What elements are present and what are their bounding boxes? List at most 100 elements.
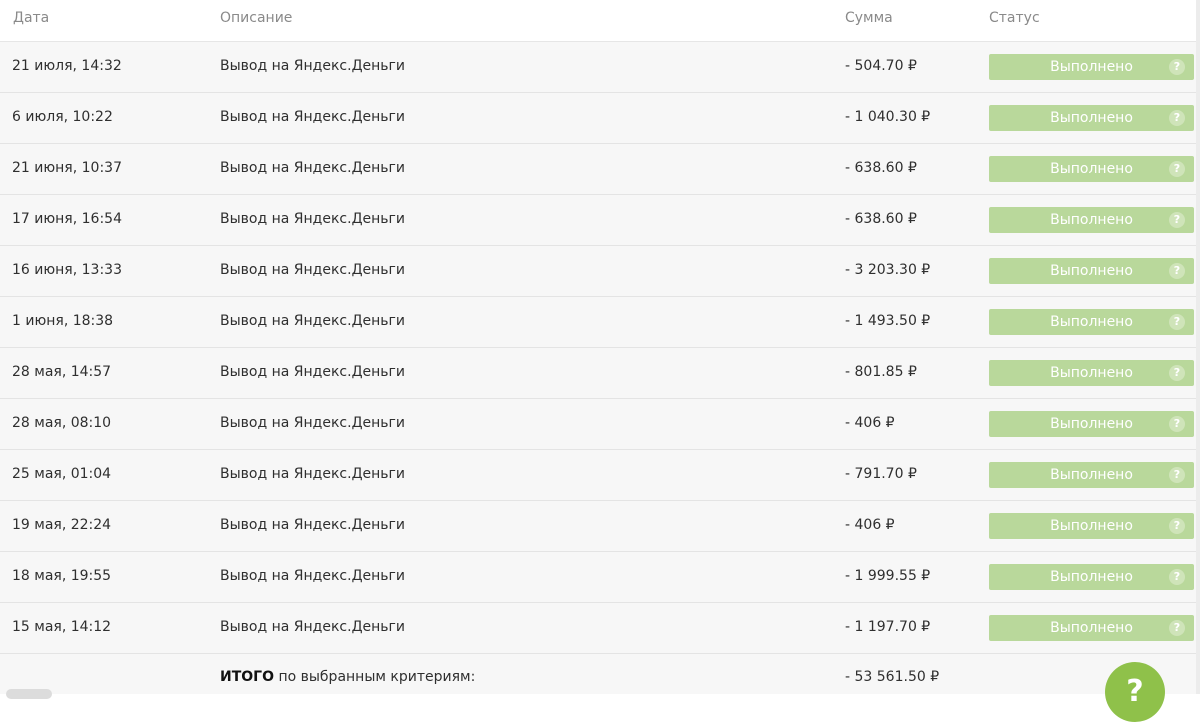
row-date: 17 июня, 16:54 [12, 211, 122, 227]
table-row: 1 июня, 18:38 Вывод на Яндекс.Деньги - 1 4… [0, 297, 1196, 348]
row-date: 21 июля, 14:32 [12, 58, 122, 74]
status-label: Выполнено [1050, 59, 1133, 75]
header-amount: Сумма [845, 10, 893, 26]
row-description: Вывод на Яндекс.Деньги [220, 313, 405, 329]
scroll-indicator [6, 689, 52, 699]
header-date: Дата [13, 10, 50, 26]
status-label: Выполнено [1050, 569, 1133, 585]
table-body: 21 июля, 14:32 Вывод на Яндекс.Деньги - 50… [0, 42, 1196, 654]
table-row: 16 июня, 13:33 Вывод на Яндекс.Деньги - 3 … [0, 246, 1196, 297]
row-description: Вывод на Яндекс.Деньги [220, 415, 405, 431]
row-date: 21 июня, 10:37 [12, 160, 122, 176]
status-badge[interactable]: Выполнено? [989, 513, 1194, 539]
row-date: 6 июля, 10:22 [12, 109, 113, 125]
row-amount: - 791.70 ₽ [845, 466, 917, 482]
status-label: Выполнено [1050, 110, 1133, 126]
total-label: ИТОГО по выбранным критериям: [220, 669, 475, 685]
status-label: Выполнено [1050, 467, 1133, 483]
question-icon[interactable]: ? [1169, 59, 1185, 75]
question-icon[interactable]: ? [1169, 467, 1185, 483]
help-button[interactable]: ? [1105, 662, 1165, 722]
status-badge[interactable]: Выполнено? [989, 54, 1194, 80]
table-row: 28 мая, 14:57 Вывод на Яндекс.Деньги - 801… [0, 348, 1196, 399]
row-amount: - 638.60 ₽ [845, 160, 917, 176]
status-badge[interactable]: Выполнено? [989, 411, 1194, 437]
status-badge[interactable]: Выполнено? [989, 105, 1194, 131]
row-description: Вывод на Яндекс.Деньги [220, 466, 405, 482]
status-label: Выполнено [1050, 161, 1133, 177]
row-date: 19 мая, 22:24 [12, 517, 112, 533]
table-row: 28 мая, 08:10 Вывод на Яндекс.Деньги - 406… [0, 399, 1196, 450]
status-badge[interactable]: Выполнено? [989, 309, 1194, 335]
total-amount: - 53 561.50 ₽ [845, 669, 940, 685]
scrollbar[interactable] [1196, 0, 1200, 694]
row-date: 18 мая, 19:55 [12, 568, 112, 584]
table-row: 17 июня, 16:54 Вывод на Яндекс.Деньги - 63… [0, 195, 1196, 246]
status-label: Выполнено [1050, 263, 1133, 279]
status-badge[interactable]: Выполнено? [989, 564, 1194, 590]
status-label: Выполнено [1050, 416, 1133, 432]
total-row: ИТОГО по выбранным критериям: - 53 561.5… [0, 654, 1196, 694]
question-icon[interactable]: ? [1169, 620, 1185, 636]
status-badge[interactable]: Выполнено? [989, 258, 1194, 284]
row-description: Вывод на Яндекс.Деньги [220, 619, 405, 635]
help-icon: ? [1126, 674, 1144, 709]
question-icon[interactable]: ? [1169, 365, 1185, 381]
row-description: Вывод на Яндекс.Деньги [220, 568, 405, 584]
row-amount: - 638.60 ₽ [845, 211, 917, 227]
row-date: 1 июня, 18:38 [12, 313, 114, 329]
row-amount: - 3 203.30 ₽ [845, 262, 931, 278]
table-row: 21 июня, 10:37 Вывод на Яндекс.Деньги - 63… [0, 144, 1196, 195]
question-icon[interactable]: ? [1169, 161, 1185, 177]
row-description: Вывод на Яндекс.Деньги [220, 58, 405, 74]
header-status: Статус [989, 10, 1040, 26]
row-description: Вывод на Яндекс.Деньги [220, 517, 405, 533]
row-date: 15 мая, 14:12 [12, 619, 112, 635]
row-amount: - 1 493.50 ₽ [845, 313, 931, 329]
question-icon[interactable]: ? [1169, 518, 1185, 534]
status-label: Выполнено [1050, 365, 1133, 381]
status-label: Выполнено [1050, 518, 1133, 534]
table-row: 6 июля, 10:22 Вывод на Яндекс.Деньги - 1 0… [0, 93, 1196, 144]
question-icon[interactable]: ? [1169, 416, 1185, 432]
row-description: Вывод на Яндекс.Деньги [220, 211, 405, 227]
question-icon[interactable]: ? [1169, 263, 1185, 279]
header-description: Описание [220, 10, 293, 26]
row-date: 25 мая, 01:04 [12, 466, 112, 482]
row-description: Вывод на Яндекс.Деньги [220, 160, 405, 176]
row-description: Вывод на Яндекс.Деньги [220, 364, 405, 380]
question-icon[interactable]: ? [1169, 314, 1185, 330]
row-amount: - 406 ₽ [845, 415, 895, 431]
status-label: Выполнено [1050, 314, 1133, 330]
table-row: 19 мая, 22:24 Вывод на Яндекс.Деньги - 406… [0, 501, 1196, 552]
row-date: 28 мая, 14:57 [12, 364, 112, 380]
row-description: Вывод на Яндекс.Деньги [220, 262, 405, 278]
status-badge[interactable]: Выполнено? [989, 462, 1194, 488]
row-amount: - 406 ₽ [845, 517, 895, 533]
question-icon[interactable]: ? [1169, 212, 1185, 228]
table-row: 15 мая, 14:12 Вывод на Яндекс.Деньги - 1 1… [0, 603, 1196, 654]
status-badge[interactable]: Выполнено? [989, 360, 1194, 386]
row-amount: - 801.85 ₽ [845, 364, 917, 380]
question-icon[interactable]: ? [1169, 569, 1185, 585]
total-bold: ИТОГО [220, 669, 274, 685]
table-row: 25 мая, 01:04 Вывод на Яндекс.Деньги - 791… [0, 450, 1196, 501]
table-header: Дата Описание Сумма Статус [0, 0, 1196, 42]
row-description: Вывод на Яндекс.Деньги [220, 109, 405, 125]
row-amount: - 1 197.70 ₽ [845, 619, 931, 635]
table-row: 18 мая, 19:55 Вывод на Яндекс.Деньги - 1 9… [0, 552, 1196, 603]
row-date: 16 июня, 13:33 [12, 262, 122, 278]
status-badge[interactable]: Выполнено? [989, 615, 1194, 641]
question-icon[interactable]: ? [1169, 110, 1185, 126]
status-badge[interactable]: Выполнено? [989, 207, 1194, 233]
row-amount: - 1 040.30 ₽ [845, 109, 931, 125]
total-label-text: по выбранным критериям: [274, 669, 476, 685]
status-label: Выполнено [1050, 620, 1133, 636]
row-amount: - 504.70 ₽ [845, 58, 917, 74]
row-date: 28 мая, 08:10 [12, 415, 112, 431]
transactions-table: Дата Описание Сумма Статус 21 июля, 14:3… [0, 0, 1196, 694]
row-amount: - 1 999.55 ₽ [845, 568, 931, 584]
status-label: Выполнено [1050, 212, 1133, 228]
table-row: 21 июля, 14:32 Вывод на Яндекс.Деньги - 50… [0, 42, 1196, 93]
status-badge[interactable]: Выполнено? [989, 156, 1194, 182]
